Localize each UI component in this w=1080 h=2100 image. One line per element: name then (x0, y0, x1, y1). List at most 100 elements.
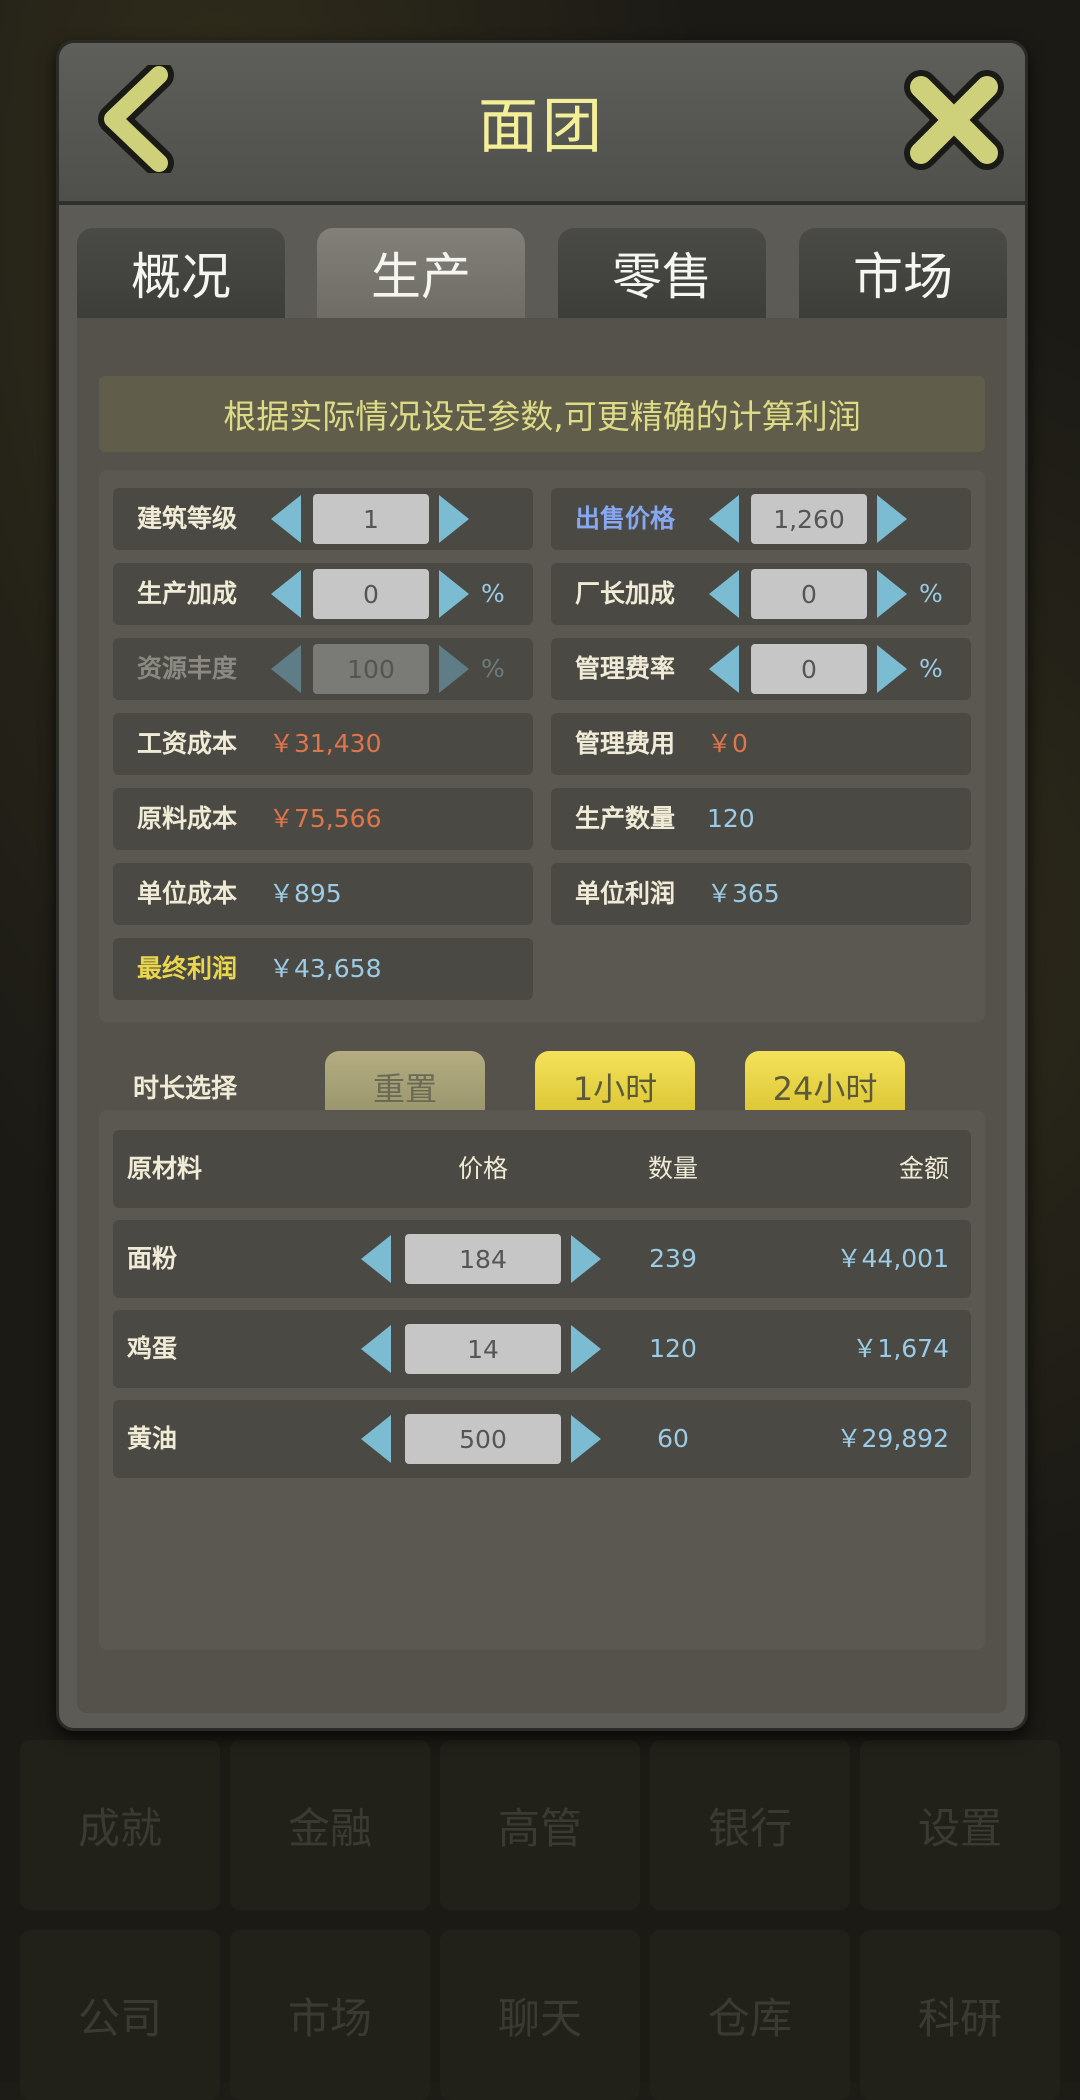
material-price-decrease-icon[interactable] (361, 1325, 391, 1373)
resource-abundance-label: 资源丰度 (137, 654, 238, 683)
material-cost-value: ￥75,566 (269, 804, 382, 833)
sale-price-decrease-icon[interactable] (709, 495, 739, 543)
resource-abundance-unit: % (481, 654, 505, 683)
material-row-flour: 面粉 239 ￥44,001 (113, 1220, 971, 1298)
material-amount: ￥29,892 (836, 1424, 949, 1453)
material-price-input[interactable] (405, 1414, 561, 1464)
production-bonus-unit: % (481, 579, 505, 608)
material-cost-row: 原料成本 ￥75,566 (113, 788, 533, 850)
materials-header-qty: 数量 (648, 1154, 699, 1183)
resource-abundance-increase-icon (439, 645, 469, 693)
management-fee-label: 管理费用 (575, 729, 676, 758)
material-price-decrease-icon[interactable] (361, 1235, 391, 1283)
tab-retail[interactable]: 零售 (558, 228, 766, 318)
manager-bonus-unit: % (919, 579, 943, 608)
production-bonus-decrease-icon[interactable] (271, 570, 301, 618)
material-price-decrease-icon[interactable] (361, 1415, 391, 1463)
dialog-title: 面团 (478, 92, 606, 162)
dialog-header: 面团 (59, 43, 1025, 205)
production-bonus-label: 生产加成 (137, 579, 238, 608)
tab-bar: 概况 生产 零售 市场 (77, 228, 1007, 318)
building-level-input[interactable] (313, 494, 429, 544)
production-qty-value: 120 (707, 804, 755, 833)
background-menu-row-1: 成就 金融 高管 银行 设置 (20, 1740, 1060, 1910)
unit-cost-value: ￥895 (269, 879, 342, 908)
final-profit-row: 最终利润 ￥43,658 (113, 938, 533, 1000)
tab-market[interactable]: 市场 (799, 228, 1007, 318)
building-level-increase-icon[interactable] (439, 495, 469, 543)
material-cost-label: 原料成本 (137, 804, 238, 833)
material-price-input[interactable] (405, 1324, 561, 1374)
bg-menu-company: 公司 (20, 1930, 220, 2100)
background-menu-row-2: 公司 市场 聊天 仓库 科研 (20, 1930, 1060, 2100)
resource-abundance-decrease-icon (271, 645, 301, 693)
material-qty: 239 (649, 1244, 697, 1273)
wage-cost-label: 工资成本 (137, 729, 238, 758)
resource-abundance-input (313, 644, 429, 694)
bg-menu-chat: 聊天 (440, 1930, 640, 2100)
management-rate-label: 管理费率 (575, 654, 676, 683)
production-qty-label: 生产数量 (575, 804, 676, 833)
unit-profit-value: ￥365 (707, 879, 780, 908)
material-name: 黄油 (127, 1424, 178, 1453)
management-rate-increase-icon[interactable] (877, 645, 907, 693)
production-bonus-input[interactable] (313, 569, 429, 619)
final-profit-label: 最终利润 (137, 954, 238, 983)
bg-menu-achievements: 成就 (20, 1740, 220, 1910)
sale-price-input[interactable] (751, 494, 867, 544)
material-price-increase-icon[interactable] (571, 1415, 601, 1463)
building-level-label: 建筑等级 (137, 504, 238, 533)
parameter-panel: 建筑等级 出售价格 生产加成 % 厂长加成 (99, 470, 985, 1022)
tab-overview[interactable]: 概况 (77, 228, 285, 318)
material-name: 面粉 (127, 1244, 178, 1273)
material-row-egg: 鸡蛋 120 ￥1,674 (113, 1310, 971, 1388)
bg-menu-executives: 高管 (440, 1740, 640, 1910)
wage-cost-row: 工资成本 ￥31,430 (113, 713, 533, 775)
material-price-increase-icon[interactable] (571, 1325, 601, 1373)
sale-price-increase-icon[interactable] (877, 495, 907, 543)
resource-abundance-row: 资源丰度 % (113, 638, 533, 700)
management-fee-value: ￥0 (707, 729, 748, 758)
production-dialog: 面团 概况 生产 零售 市场 根据实际情况设定参数,可更精确的计算利润 建筑等级… (56, 40, 1028, 1731)
close-icon (904, 70, 1004, 170)
bg-menu-settings: 设置 (860, 1740, 1060, 1910)
unit-cost-row: 单位成本 ￥895 (113, 863, 533, 925)
duration-label: 时长选择 (133, 1074, 238, 1104)
tab-production[interactable]: 生产 (317, 228, 525, 318)
material-qty: 60 (657, 1424, 689, 1453)
manager-bonus-increase-icon[interactable] (877, 570, 907, 618)
materials-panel: 原材料 价格 数量 金额 面粉 239 ￥44,001 鸡蛋 120 ￥1,67… (99, 1110, 985, 1650)
management-rate-row: 管理费率 % (551, 638, 971, 700)
production-bonus-increase-icon[interactable] (439, 570, 469, 618)
unit-profit-label: 单位利润 (575, 879, 676, 908)
building-level-decrease-icon[interactable] (271, 495, 301, 543)
bg-menu-finance: 金融 (230, 1740, 430, 1910)
material-amount: ￥44,001 (836, 1244, 949, 1273)
manager-bonus-row: 厂长加成 % (551, 563, 971, 625)
building-level-row: 建筑等级 (113, 488, 533, 550)
materials-header-amount: 金额 (898, 1154, 949, 1183)
close-button[interactable] (899, 65, 1009, 175)
management-rate-unit: % (919, 654, 943, 683)
bg-menu-research: 科研 (860, 1930, 1060, 2100)
bg-menu-market: 市场 (230, 1930, 430, 2100)
unit-cost-label: 单位成本 (137, 879, 238, 908)
management-rate-input[interactable] (751, 644, 867, 694)
material-amount: ￥1,674 (852, 1334, 949, 1363)
material-price-increase-icon[interactable] (571, 1235, 601, 1283)
final-profit-value: ￥43,658 (269, 954, 382, 983)
material-qty: 120 (649, 1334, 697, 1363)
production-bonus-row: 生产加成 % (113, 563, 533, 625)
sale-price-label: 出售价格 (575, 504, 676, 533)
materials-header-name: 原材料 (127, 1154, 203, 1183)
material-price-input[interactable] (405, 1234, 561, 1284)
unit-profit-row: 单位利润 ￥365 (551, 863, 971, 925)
info-banner: 根据实际情况设定参数,可更精确的计算利润 (99, 376, 985, 452)
management-fee-row: 管理费用 ￥0 (551, 713, 971, 775)
manager-bonus-input[interactable] (751, 569, 867, 619)
bg-menu-bank: 银行 (650, 1740, 850, 1910)
wage-cost-value: ￥31,430 (269, 729, 382, 758)
bg-menu-warehouse: 仓库 (650, 1930, 850, 2100)
management-rate-decrease-icon[interactable] (709, 645, 739, 693)
manager-bonus-decrease-icon[interactable] (709, 570, 739, 618)
